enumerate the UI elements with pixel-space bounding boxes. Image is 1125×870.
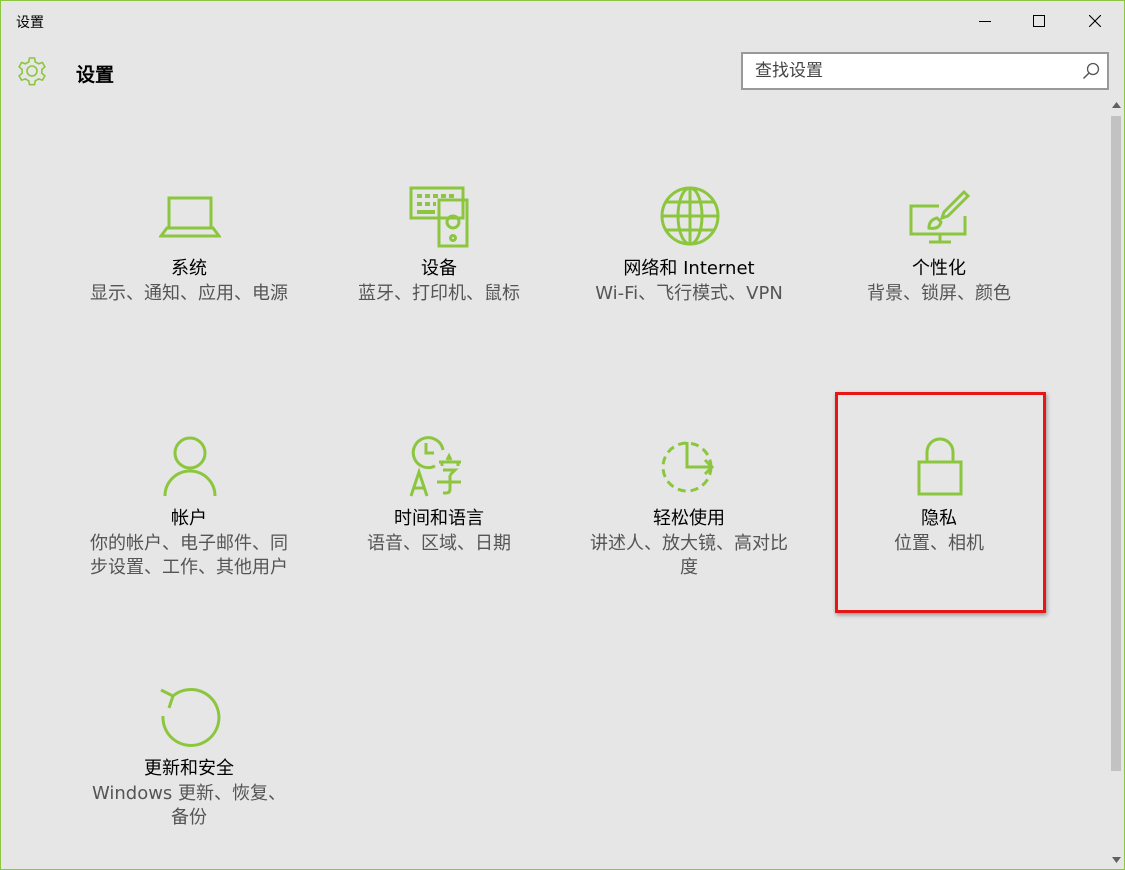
- close-button[interactable]: [1066, 1, 1124, 41]
- tile-description: Windows 更新、恢复、备份: [91, 783, 287, 828]
- scroll-up-icon: [1112, 102, 1121, 108]
- tile-title: 个性化: [912, 258, 966, 279]
- gear-icon: [18, 57, 46, 86]
- update-arrow-icon: [160, 688, 221, 747]
- tile-title: 时间和语言: [394, 508, 484, 529]
- person-icon: [163, 436, 217, 497]
- scroll-up-button[interactable]: [1109, 96, 1124, 114]
- tile-devices[interactable]: 设备 蓝牙、打印机、鼠标: [334, 186, 544, 396]
- vertical-scrollbar[interactable]: [1109, 96, 1124, 869]
- tile-title: 帐户: [171, 508, 207, 529]
- tile-ease-of-access[interactable]: 轻松使用 讲述人、放大镜、高对比度: [584, 436, 794, 646]
- tile-network[interactable]: 网络和 Internet Wi-Fi、飞行模式、VPN: [584, 186, 794, 396]
- minimize-icon: [979, 21, 991, 22]
- ease-of-access-icon: [661, 441, 715, 493]
- tile-description: 显示、通知、应用、电源: [90, 283, 288, 304]
- laptop-icon: [159, 196, 221, 238]
- paintbrush-monitor-icon: [909, 189, 971, 244]
- tile-description: 蓝牙、打印机、鼠标: [358, 283, 520, 304]
- tile-update-security[interactable]: 更新和安全 Windows 更新、恢复、备份: [84, 686, 294, 869]
- page-title: 设置: [76, 64, 115, 86]
- tile-description: 语音、区域、日期: [367, 533, 511, 554]
- tile-title: 设备: [421, 258, 457, 279]
- title-bar[interactable]: 设置: [1, 1, 1124, 41]
- tile-description: 讲述人、放大镜、高对比度: [590, 533, 788, 578]
- tile-accounts[interactable]: 帐户 你的帐户、电子邮件、同步设置、工作、其他用户: [84, 436, 294, 646]
- tile-description: 背景、锁屏、颜色: [867, 283, 1011, 304]
- search-box[interactable]: [741, 52, 1109, 90]
- tile-description: Wi-Fi、飞行模式、VPN: [595, 283, 783, 304]
- tile-title: 轻松使用: [653, 508, 725, 529]
- search-icon[interactable]: [1082, 62, 1100, 80]
- scroll-down-button[interactable]: [1109, 851, 1124, 869]
- highlight-box: [835, 392, 1046, 613]
- tile-title: 系统: [171, 258, 207, 279]
- tile-title: 更新和安全: [144, 758, 234, 779]
- maximize-button[interactable]: [1010, 1, 1068, 41]
- minimize-button[interactable]: [956, 1, 1014, 41]
- tile-description: 你的帐户、电子邮件、同步设置、工作、其他用户: [90, 533, 288, 578]
- scroll-down-icon: [1112, 857, 1121, 863]
- keyboard-speaker-icon: [409, 186, 469, 248]
- settings-window: 设置 设置 查找设置 系统 显示、通知、应用、电源 设备 蓝牙、打印机、鼠标 网…: [0, 0, 1125, 870]
- tile-time-language[interactable]: 时间和语言 语音、区域、日期: [334, 436, 544, 646]
- clock-language-icon: [409, 436, 461, 497]
- globe-icon: [660, 186, 720, 246]
- tile-system[interactable]: 系统 显示、通知、应用、电源: [84, 186, 294, 396]
- tile-title: 网络和 Internet: [623, 258, 755, 279]
- close-icon: [1089, 15, 1101, 27]
- scroll-thumb[interactable]: [1111, 116, 1121, 771]
- window-title: 设置: [16, 15, 44, 31]
- search-input[interactable]: [743, 54, 1073, 88]
- tile-personalization[interactable]: 个性化 背景、锁屏、颜色: [834, 186, 1044, 396]
- maximize-icon: [1033, 15, 1045, 27]
